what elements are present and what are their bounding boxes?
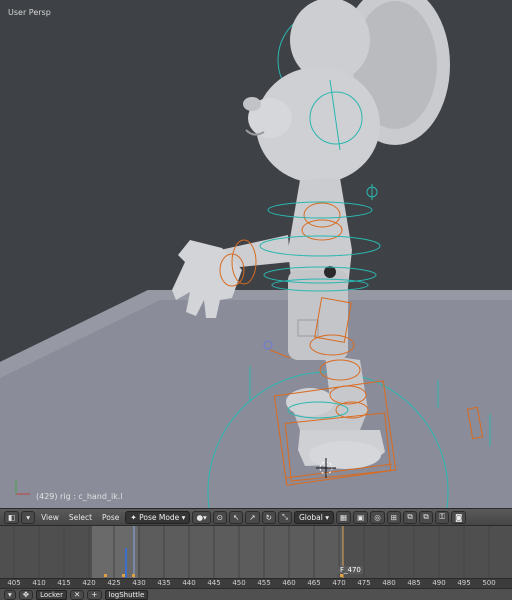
shuttle-field[interactable]: logShuttle [104, 589, 149, 600]
ruler-tick: 485 [407, 579, 421, 587]
ruler-tick: 460 [282, 579, 296, 587]
character-body[interactable] [288, 178, 352, 360]
timeline-canvas[interactable] [0, 526, 512, 578]
ruler-tick: 490 [432, 579, 446, 587]
copy-pose-icon[interactable]: ⧉ [403, 510, 418, 524]
locker-field[interactable]: Locker [36, 589, 67, 600]
ruler-tick: 410 [32, 579, 46, 587]
manipulator-toggle[interactable]: ↖ [229, 510, 244, 524]
ruler-tick: 430 [132, 579, 146, 587]
viewport-canvas[interactable] [0, 0, 512, 508]
editor-type-button[interactable]: ▾ [4, 589, 16, 600]
ruler-tick: 440 [182, 579, 196, 587]
add-icon[interactable]: + [87, 589, 102, 600]
orientation-selector[interactable]: Global ▾ [293, 510, 335, 524]
close-icon[interactable]: ✕ [69, 589, 85, 600]
camera-icon[interactable]: ◙ [451, 510, 467, 524]
bottom-bar: ▾ ✥ Locker ✕ + logShuttle [0, 588, 512, 600]
layers-grid-icon[interactable]: ▦ [336, 510, 352, 524]
translate-icon[interactable]: ↗ [245, 510, 260, 524]
menu-select[interactable]: Select [65, 513, 96, 522]
proportional-edit-icon[interactable]: ◎ [370, 510, 385, 524]
ruler-tick: 415 [57, 579, 71, 587]
ruler-tick: 470 [332, 579, 346, 587]
ruler-tick: 495 [457, 579, 471, 587]
active-bone-status: (429) rig : c_hand_ik.l [36, 492, 123, 501]
menu-view[interactable]: View [37, 513, 63, 522]
mode-label: Pose Mode [139, 512, 180, 522]
collapse-menu-button[interactable]: ▾ [21, 510, 36, 524]
ruler-tick: 450 [232, 579, 246, 587]
shading-selector[interactable]: ●▾ [192, 510, 211, 524]
pose-icon: ✦ [130, 512, 140, 522]
frame-ruler[interactable]: 405 410 415 420 425 430 435 440 445 450 … [0, 578, 512, 588]
editor-type-button[interactable]: ◧ [4, 510, 20, 524]
ruler-tick: 435 [157, 579, 171, 587]
mode-selector[interactable]: ✦ Pose Mode ▾ [125, 510, 191, 524]
ruler-tick: 480 [382, 579, 396, 587]
key-icon[interactable]: ⚿ [435, 510, 450, 524]
timeline-selection-range [92, 526, 138, 578]
snap-icon[interactable]: ⊞ [386, 510, 402, 524]
ruler-tick: 475 [357, 579, 371, 587]
ruler-tick: 425 [107, 579, 121, 587]
ruler-tick: 455 [257, 579, 271, 587]
3d-viewport[interactable]: User Persp (429) rig : c_hand_ik.l [0, 0, 512, 508]
rotate-icon[interactable]: ↻ [261, 510, 276, 524]
scale-icon[interactable]: ⤡ [277, 510, 292, 524]
menu-pose[interactable]: Pose [98, 513, 123, 522]
timeline-active-range [138, 526, 343, 578]
tool-icon[interactable]: ✥ [18, 589, 34, 600]
timeline-area[interactable] [0, 526, 512, 578]
ruler-tick: 405 [7, 579, 21, 587]
layer-lock-icon[interactable]: ▣ [353, 510, 369, 524]
ruler-tick: 500 [482, 579, 496, 587]
paste-pose-icon[interactable]: ⧉ [419, 510, 434, 524]
orientation-label: Global [298, 512, 323, 522]
view-label: User Persp [8, 8, 51, 17]
current-frame-label: F_470 [338, 566, 363, 574]
ruler-tick: 420 [82, 579, 96, 587]
viewport-header: ◧ ▾ View Select Pose ✦ Pose Mode ▾ ●▾ ⊙ … [0, 508, 512, 526]
ruler-tick: 445 [207, 579, 221, 587]
ruler-tick: 465 [307, 579, 321, 587]
pivot-icon[interactable]: ⊙ [212, 510, 228, 524]
